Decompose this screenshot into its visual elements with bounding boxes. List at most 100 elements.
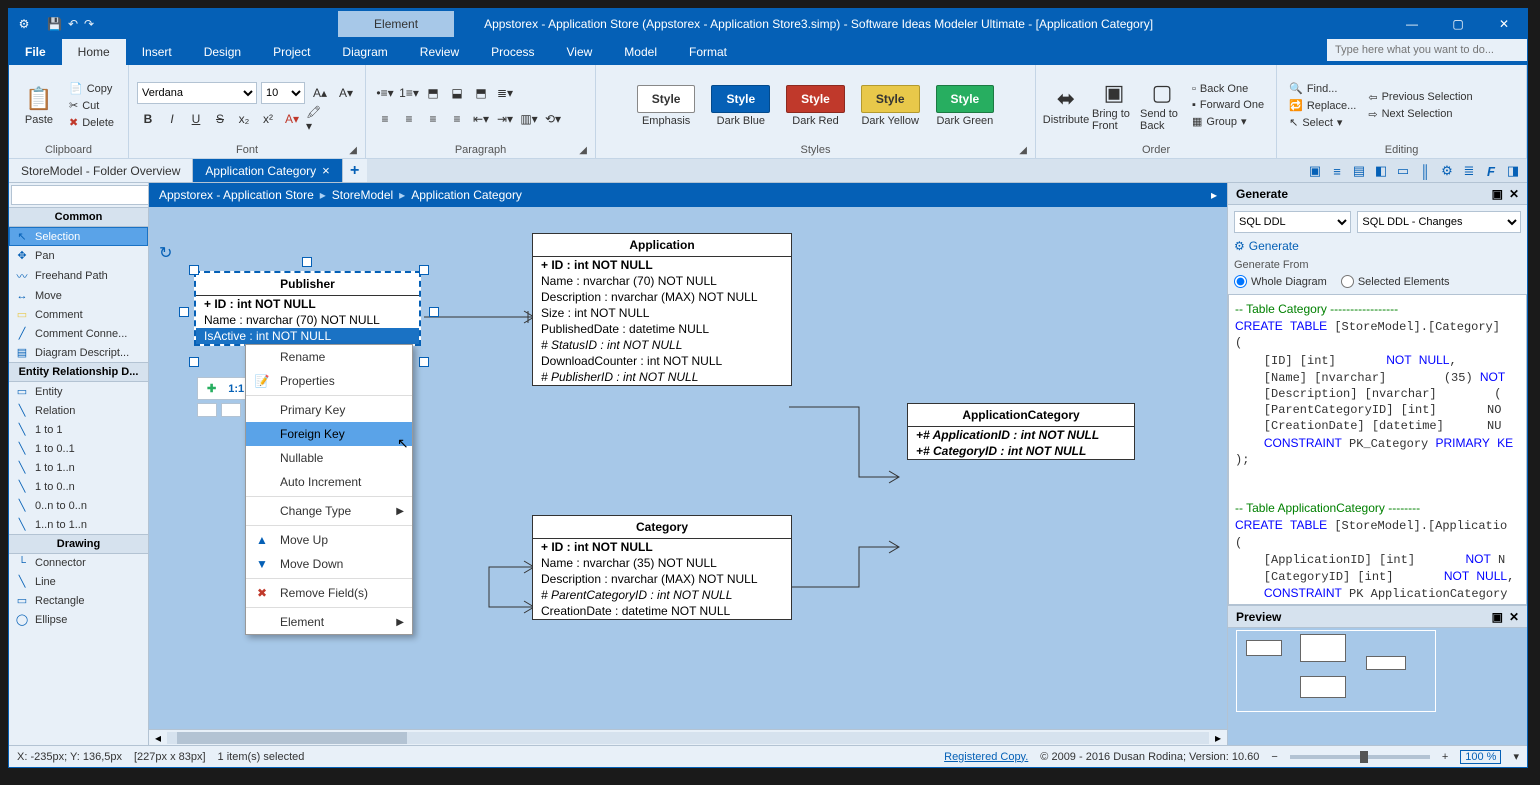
style-emphasis-button[interactable]: Style (637, 85, 696, 113)
entity-header[interactable]: Publisher (196, 273, 419, 296)
copy-button[interactable]: 📄Copy (65, 80, 118, 97)
menu-file[interactable]: File (9, 39, 62, 65)
generate-mode-select[interactable]: SQL DDL - Changes (1357, 211, 1521, 233)
style-darkgreen-button[interactable]: Style (936, 85, 995, 113)
replace-button[interactable]: 🔁Replace... (1285, 97, 1360, 114)
scroll-left-icon[interactable]: ◂ (149, 731, 167, 745)
ctx-auto-increment[interactable]: Auto Increment (246, 470, 412, 494)
qat-undo-icon[interactable]: ↶ (68, 17, 78, 31)
rel-style-2[interactable] (221, 403, 241, 417)
generate-link[interactable]: ⚙Generate (1234, 239, 1521, 253)
font-launcher-icon[interactable]: ◢ (349, 145, 357, 156)
panel-tool-4-icon[interactable]: ◧ (1371, 161, 1391, 181)
align-right-button[interactable]: ≡ (422, 108, 444, 130)
menu-insert[interactable]: Insert (126, 39, 188, 65)
ctx-foreign-key[interactable]: Foreign Key (246, 422, 412, 446)
rel-add-button[interactable]: ✚ (203, 381, 220, 396)
ctx-primary-key[interactable]: Primary Key (246, 398, 412, 422)
text-direction-button[interactable]: ⟲▾ (542, 108, 564, 130)
tool-line[interactable]: ╲Line (9, 572, 148, 591)
align-center-button[interactable]: ≡ (398, 108, 420, 130)
resize-handle[interactable] (419, 265, 429, 275)
entity-field[interactable]: # PublisherID : int NOT NULL (533, 369, 791, 385)
ctx-move-down[interactable]: ▼Move Down (246, 552, 412, 576)
forward-one-button[interactable]: ▪Forward One (1188, 97, 1268, 113)
entity-header[interactable]: Application (533, 234, 791, 257)
line-spacing-button[interactable]: ≣▾ (494, 82, 516, 104)
justify-button[interactable]: ≡ (446, 108, 468, 130)
tool-1to0n[interactable]: ╲1 to 0..n (9, 477, 148, 496)
toolbox-section-common[interactable]: Common (9, 207, 148, 227)
entity-field[interactable]: Description : nvarchar (MAX) NOT NULL (533, 571, 791, 587)
styles-launcher-icon[interactable]: ◢ (1019, 145, 1027, 156)
menu-design[interactable]: Design (188, 39, 257, 65)
group-button[interactable]: ▦Group ▾ (1188, 113, 1268, 130)
panel-tool-5-icon[interactable]: ▭ (1393, 161, 1413, 181)
font-color-button[interactable]: A▾ (281, 108, 303, 130)
entity-header[interactable]: Category (533, 516, 791, 539)
breadcrumb-item[interactable]: Application Category (411, 188, 522, 202)
align-middle-button[interactable]: ⬓ (446, 82, 468, 104)
tool-ellipse[interactable]: ◯Ellipse (9, 610, 148, 629)
ctx-change-type[interactable]: Change Type▶ (246, 499, 412, 523)
tool-pan[interactable]: ✥Pan (9, 246, 148, 265)
tool-1to1[interactable]: ╲1 to 1 (9, 420, 148, 439)
zoom-slider[interactable] (1290, 755, 1430, 759)
font-family-select[interactable]: Verdana (137, 82, 257, 104)
tab-storemodel[interactable]: StoreModel - Folder Overview (9, 159, 193, 182)
tool-relation[interactable]: ╲Relation (9, 401, 148, 420)
ctx-nullable[interactable]: Nullable (246, 446, 412, 470)
style-darkblue-button[interactable]: Style (711, 85, 770, 113)
cut-button[interactable]: ✂Cut (65, 97, 118, 114)
tool-move[interactable]: ↔Move (9, 287, 148, 305)
highlight-button[interactable]: 🖍▾ (305, 108, 327, 130)
entity-publisher[interactable]: Publisher + ID : int NOT NULL Name : nva… (194, 271, 421, 346)
resize-handle[interactable] (189, 265, 199, 275)
menu-diagram[interactable]: Diagram (326, 39, 403, 65)
bring-front-button[interactable]: ▣Bring to Front (1092, 80, 1136, 132)
minimize-button[interactable]: — (1389, 9, 1435, 39)
entity-field[interactable]: DownloadCounter : int NOT NULL (533, 353, 791, 369)
menu-model[interactable]: Model (608, 39, 673, 65)
menu-process[interactable]: Process (475, 39, 550, 65)
panel-tool-9-icon[interactable]: F (1481, 161, 1501, 181)
entity-field[interactable]: # ParentCategoryID : int NOT NULL (533, 587, 791, 603)
tool-1to1n[interactable]: ╲1 to 1..n (9, 458, 148, 477)
entity-header[interactable]: ApplicationCategory (908, 404, 1134, 427)
tool-selection[interactable]: ↖Selection (9, 227, 148, 246)
radio-whole-diagram[interactable]: Whole Diagram (1234, 275, 1327, 288)
qat-redo-icon[interactable]: ↷ (84, 17, 94, 31)
ribbon-search-input[interactable] (1327, 39, 1527, 61)
entity-field[interactable]: Description : nvarchar (MAX) NOT NULL (533, 289, 791, 305)
menu-review[interactable]: Review (404, 39, 475, 65)
tab-application-category[interactable]: Application Category× (193, 159, 342, 182)
bullets-button[interactable]: •≡▾ (374, 82, 396, 104)
scroll-right-icon[interactable]: ▸ (1209, 731, 1227, 745)
entity-field[interactable]: Size : int NOT NULL (533, 305, 791, 321)
panel-tool-1-icon[interactable]: ▣ (1305, 161, 1325, 181)
entity-field[interactable]: + ID : int NOT NULL (533, 539, 791, 555)
next-selection-button[interactable]: ⇨Next Selection (1364, 106, 1476, 123)
resize-handle[interactable] (302, 257, 312, 267)
resize-handle[interactable] (189, 357, 199, 367)
diagram-canvas[interactable]: ↻ Publisher + ID : int NOT NULL Name : n… (149, 207, 1227, 745)
panel-tool-2-icon[interactable]: ≡ (1327, 161, 1347, 181)
font-size-select[interactable]: 10 (261, 82, 305, 104)
tool-connector[interactable]: └Connector (9, 554, 148, 572)
entity-field[interactable]: + ID : int NOT NULL (196, 296, 419, 312)
ctx-rename[interactable]: Rename (246, 345, 412, 369)
strike-button[interactable]: S (209, 108, 231, 130)
align-top-button[interactable]: ⬒ (422, 82, 444, 104)
menu-home[interactable]: Home (62, 39, 126, 65)
ctx-element[interactable]: Element▶ (246, 610, 412, 634)
italic-button[interactable]: I (161, 108, 183, 130)
superscript-button[interactable]: x² (257, 108, 279, 130)
entity-applicationcategory[interactable]: ApplicationCategory +# ApplicationID : i… (907, 403, 1135, 460)
indent-left-button[interactable]: ⇤▾ (470, 108, 492, 130)
ctx-remove-fields[interactable]: ✖Remove Field(s) (246, 581, 412, 605)
subscript-button[interactable]: x₂ (233, 108, 255, 130)
bold-button[interactable]: B (137, 108, 159, 130)
entity-field[interactable]: PublishedDate : datetime NULL (533, 321, 791, 337)
style-darkred-button[interactable]: Style (786, 85, 845, 113)
panel-tool-6-icon[interactable]: ║ (1415, 161, 1435, 181)
